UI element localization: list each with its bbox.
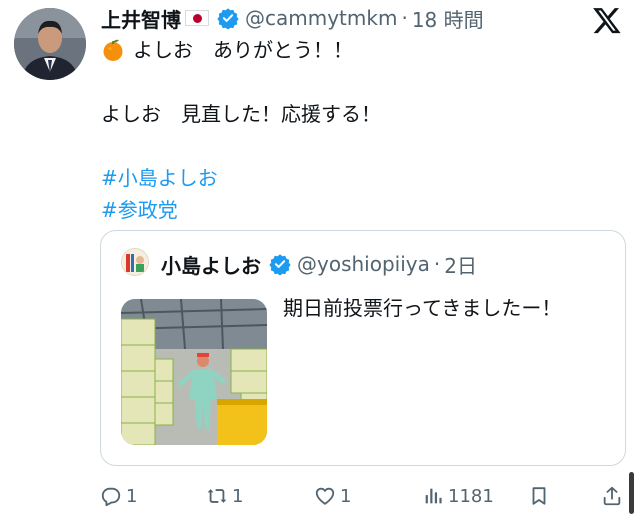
tweet-line: #小島よしお [101,162,381,194]
reply-button[interactable]: 1 [100,478,137,514]
retweet-count: 1 [232,485,244,507]
share-icon [603,486,621,506]
bookmark-button[interactable] [528,478,550,514]
tweet-text-line: よしお 見直した！応援する！ [101,102,381,126]
heart-icon [315,487,335,505]
scrollbar[interactable] [629,472,634,514]
hashtag-link[interactable]: #小島よしお [101,162,218,194]
quoted-avatar-image [122,249,148,275]
japan-flag-icon [185,10,209,26]
views-button[interactable]: 1181 [422,478,494,514]
verified-badge-icon [269,254,291,275]
author-name[interactable]: 上井智博 [101,4,181,33]
tweet-time[interactable]: 18 時間 [412,4,484,33]
author-handle[interactable]: @cammytmkm [245,6,397,30]
tweet-line [101,130,381,162]
quoted-tweet-card[interactable]: 小島よしお @yoshiopiiya · 2日 期日前投票行ってきましたー！ [100,230,626,466]
retweet-button[interactable]: 1 [206,478,243,514]
tweet-body: よしお ありがとう！！ よしお 見直した！応援する！ #小島よしお #参政党 [101,34,381,226]
tweet-line: #参政党 [101,194,381,226]
views-chart-icon [425,488,442,504]
quoted-author-handle[interactable]: @yoshiopiiya [297,252,430,276]
hashtag-link[interactable]: #参政党 [101,194,178,226]
share-button[interactable] [601,478,623,514]
x-logo-icon[interactable] [592,5,622,35]
views-count: 1181 [448,485,494,507]
tangerine-icon [103,39,123,61]
bookmark-icon [532,487,546,505]
like-count: 1 [340,485,352,507]
like-button[interactable]: 1 [314,478,351,514]
avatar[interactable] [14,8,86,80]
quoted-time[interactable]: 2日 [444,250,477,279]
verified-badge-icon [217,8,239,29]
action-bar: 1 1 1 1181 [0,478,640,514]
quoted-author-name[interactable]: 小島よしお [161,250,261,279]
quoted-avatar[interactable] [121,248,149,276]
tweet-line: よしお 見直した！応援する！ [101,98,381,130]
quoted-text: 期日前投票行ってきましたー！ [283,296,562,320]
warehouse-photo [121,299,267,445]
reply-count: 1 [126,485,138,507]
tweet-line: よしお ありがとう！！ [101,34,381,66]
tweet-text-line: よしお ありがとう！！ [133,38,353,62]
tweet-header: 上井智博 @cammytmkm · 18 時間 [101,4,484,32]
retweet-icon [207,489,227,503]
quoted-media-image[interactable] [121,299,267,445]
quoted-separator: · [433,252,441,276]
tweet-line [101,66,381,98]
avatar-photo [14,8,86,80]
header-separator: · [401,6,408,30]
reply-icon [101,487,121,507]
quoted-header: 小島よしお @yoshiopiiya · 2日 [161,250,477,279]
